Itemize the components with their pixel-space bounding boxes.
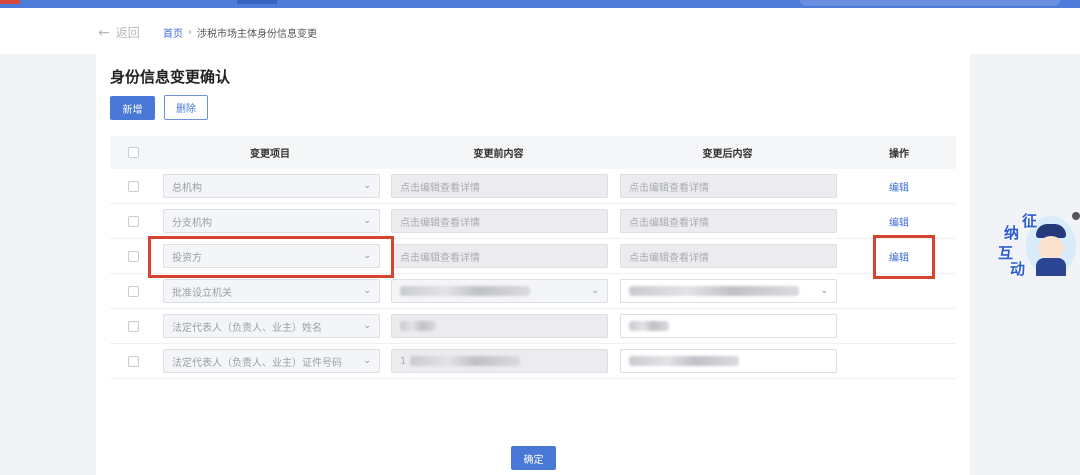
breadcrumb-bar: ← 返回 首页 › 涉税市场主体身份信息变更 (0, 8, 1080, 54)
item-select[interactable]: 分支机构 ⌄ (163, 209, 380, 233)
item-select[interactable]: 总机构 ⌄ (163, 174, 380, 198)
breadcrumb-current: 涉税市场主体身份信息变更 (197, 29, 317, 40)
chevron-down-icon: ⌄ (591, 286, 599, 296)
mascot-body (1036, 258, 1066, 276)
close-icon[interactable] (1072, 212, 1080, 220)
before-select[interactable]: ⌄ (391, 279, 608, 303)
chevron-down-icon: ⌄ (363, 286, 371, 296)
breadcrumb-separator: › (188, 27, 192, 38)
redacted-value (410, 356, 521, 366)
active-tab-stub (237, 0, 277, 4)
redacted-value (629, 321, 669, 331)
arrow-left-icon: ← (98, 24, 110, 41)
table-row: 总机构 ⌄ 点击编辑查看详情 点击编辑查看详情 编辑 (110, 169, 956, 204)
breadcrumb-home[interactable]: 首页 (163, 25, 183, 40)
chevron-down-icon: ⌄ (363, 321, 371, 331)
highlight-investor-select (148, 236, 394, 278)
redacted-value (629, 286, 799, 296)
table-row: 法定代表人（负责人、业主）姓名 ⌄ (110, 309, 956, 344)
chevron-down-icon: ⌄ (363, 356, 371, 366)
row-checkbox[interactable] (127, 250, 139, 262)
table-row: 法定代表人（负责人、业主）证件号码 ⌄ 1 (110, 344, 956, 379)
before-field: 点击编辑查看详情 (391, 209, 608, 233)
row-checkbox[interactable] (127, 355, 139, 367)
item-select[interactable]: 法定代表人（负责人、业主）姓名 ⌄ (163, 314, 380, 338)
mascot-face (1038, 236, 1064, 260)
item-select[interactable]: 批准设立机关 ⌄ (163, 279, 380, 303)
header-operation: 操作 (889, 149, 909, 160)
redacted-value (400, 286, 530, 296)
chevron-down-icon: ⌄ (363, 216, 371, 226)
brand-stub (0, 0, 20, 4)
select-all-checkbox[interactable] (127, 147, 139, 158)
search-box[interactable] (800, 0, 1060, 6)
delete-button[interactable]: 删除 (164, 95, 208, 120)
mascot-char: 纳 (1004, 224, 1020, 242)
add-button[interactable]: 新增 (110, 96, 155, 120)
redacted-value (400, 321, 436, 331)
mascot-char: 动 (1010, 260, 1026, 278)
page-title: 身份信息变更确认 (110, 68, 231, 86)
table-row: 批准设立机关 ⌄ ⌄ ⌄ (110, 274, 956, 309)
after-field[interactable] (620, 349, 837, 373)
assistant-mascot[interactable]: 征 纳 互 动 (996, 212, 1080, 284)
chevron-down-icon: ⌄ (363, 181, 371, 191)
row-checkbox[interactable] (127, 320, 139, 332)
before-field: 点击编辑查看详情 (391, 174, 608, 198)
mascot-char: 征 (1022, 212, 1038, 230)
item-select[interactable]: 法定代表人（负责人、业主）证件号码 ⌄ (163, 349, 380, 373)
header-item: 变更项目 (250, 149, 290, 160)
confirm-button[interactable]: 确定 (511, 446, 556, 470)
back-label: 返回 (115, 26, 140, 40)
after-field: 点击编辑查看详情 (620, 244, 837, 268)
row-checkbox[interactable] (127, 215, 139, 227)
after-field: 点击编辑查看详情 (620, 209, 837, 233)
breadcrumb: 首页 › 涉税市场主体身份信息变更 (163, 25, 317, 40)
header-before: 变更前内容 (473, 149, 524, 160)
after-field: 点击编辑查看详情 (620, 174, 837, 198)
header-after: 变更后内容 (702, 149, 753, 160)
table-row: 分支机构 ⌄ 点击编辑查看详情 点击编辑查看详情 编辑 (110, 204, 956, 239)
edit-link[interactable]: 编辑 (889, 218, 909, 229)
row-checkbox[interactable] (127, 180, 139, 192)
chevron-down-icon: ⌄ (820, 286, 828, 296)
before-field (391, 314, 608, 338)
after-field[interactable] (620, 314, 837, 338)
row-checkbox[interactable] (127, 285, 139, 297)
highlight-edit-link (873, 235, 935, 279)
back-button[interactable]: ← 返回 (98, 24, 140, 41)
before-field: 1 (391, 349, 608, 373)
top-bar (0, 0, 1080, 8)
after-select[interactable]: ⌄ (620, 279, 837, 303)
edit-link[interactable]: 编辑 (889, 183, 909, 194)
table-header: 变更项目 变更前内容 变更后内容 操作 (110, 136, 956, 169)
redacted-value (629, 356, 739, 366)
before-field: 点击编辑查看详情 (391, 244, 608, 268)
